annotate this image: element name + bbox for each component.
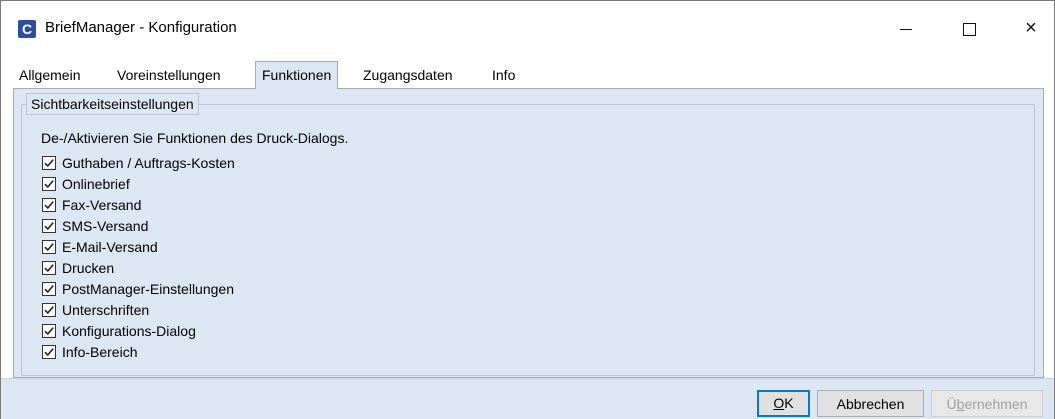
checkbox-konfigurations-dialog[interactable]: Konfigurations-Dialog xyxy=(42,320,235,341)
tab-allgemein[interactable]: Allgemein xyxy=(13,63,86,87)
ok-label-rest: K xyxy=(784,395,794,411)
checkbox-checked-icon[interactable] xyxy=(42,302,56,317)
ok-button[interactable]: OK xyxy=(757,390,810,417)
tab-voreinstellungen[interactable]: Voreinstellungen xyxy=(111,63,227,87)
checkbox-checked-icon[interactable] xyxy=(42,197,56,212)
checkbox-label: Konfigurations-Dialog xyxy=(62,322,196,339)
cancel-button[interactable]: Abbrechen xyxy=(817,390,924,417)
ok-mnemonic: O xyxy=(773,395,785,411)
apply-label-prefix: Ü xyxy=(946,396,957,412)
tab-zugangsdaten[interactable]: Zugangsdaten xyxy=(357,63,459,87)
checkbox-postmanager-einstellungen[interactable]: PostManager-Einstellungen xyxy=(42,278,235,299)
group-title: Sichtbarkeitseinstellungen xyxy=(26,93,199,115)
maximize-icon xyxy=(962,22,976,36)
checkbox-info-bereich[interactable]: Info-Bereich xyxy=(42,341,235,362)
checkbox-onlinebrief[interactable]: Onlinebrief xyxy=(42,173,235,194)
maximize-button[interactable] xyxy=(946,1,992,55)
app-icon: C xyxy=(18,20,36,38)
close-button[interactable]: × xyxy=(1008,1,1054,55)
checkbox-checked-icon[interactable] xyxy=(42,260,56,275)
checkbox-checked-icon[interactable] xyxy=(42,176,56,191)
checkbox-sms-versand[interactable]: SMS-Versand xyxy=(42,215,235,236)
title-bar[interactable]: C BriefManager - Konfiguration × xyxy=(1,1,1054,55)
checkbox-label: Unterschriften xyxy=(62,301,150,318)
apply-button[interactable]: Übernehmen xyxy=(931,390,1043,417)
checkbox-label: SMS-Versand xyxy=(62,217,149,234)
checkbox-checked-icon[interactable] xyxy=(42,281,56,296)
checkbox-label: Guthaben / Auftrags-Kosten xyxy=(62,154,235,171)
checkbox-drucken[interactable]: Drucken xyxy=(42,257,235,278)
checkbox-guthaben[interactable]: Guthaben / Auftrags-Kosten xyxy=(42,152,235,173)
checkbox-label: Onlinebrief xyxy=(62,175,130,192)
checkbox-label: Fax-Versand xyxy=(62,196,142,213)
checkbox-checked-icon[interactable] xyxy=(42,323,56,338)
checkbox-checked-icon[interactable] xyxy=(42,218,56,233)
tab-panel-funktionen: Sichtbarkeitseinstellungen De-/Aktiviere… xyxy=(13,88,1044,378)
tab-info[interactable]: Info xyxy=(486,63,521,87)
dialog-footer: OK Abbrechen Übernehmen xyxy=(1,378,1054,419)
minimize-button[interactable] xyxy=(883,1,929,55)
configuration-window: C BriefManager - Konfiguration × Allgeme… xyxy=(0,0,1055,419)
checkbox-label: E-Mail-Versand xyxy=(62,238,158,255)
minimize-icon xyxy=(900,28,912,30)
close-icon: × xyxy=(1025,17,1037,39)
group-description: De-/Aktivieren Sie Funktionen des Druck-… xyxy=(41,130,349,146)
checkbox-unterschriften[interactable]: Unterschriften xyxy=(42,299,235,320)
checkbox-fax-versand[interactable]: Fax-Versand xyxy=(42,194,235,215)
window-title: BriefManager - Konfiguration xyxy=(45,19,237,36)
apply-label-rest: ernehmen xyxy=(964,396,1028,412)
cancel-label: Abbrechen xyxy=(836,396,905,412)
checkbox-label: Drucken xyxy=(62,259,115,276)
checkbox-label: PostManager-Einstellungen xyxy=(62,280,234,297)
checkbox-checked-icon[interactable] xyxy=(42,344,56,359)
checkbox-label: Info-Bereich xyxy=(62,343,138,360)
checkbox-email-versand[interactable]: E-Mail-Versand xyxy=(42,236,235,257)
tab-funktionen[interactable]: Funktionen xyxy=(255,61,339,89)
checkbox-checked-icon[interactable] xyxy=(42,155,56,170)
checkbox-checked-icon[interactable] xyxy=(42,239,56,254)
checkbox-list: Guthaben / Auftrags-Kosten Onlinebrief F… xyxy=(42,152,235,362)
